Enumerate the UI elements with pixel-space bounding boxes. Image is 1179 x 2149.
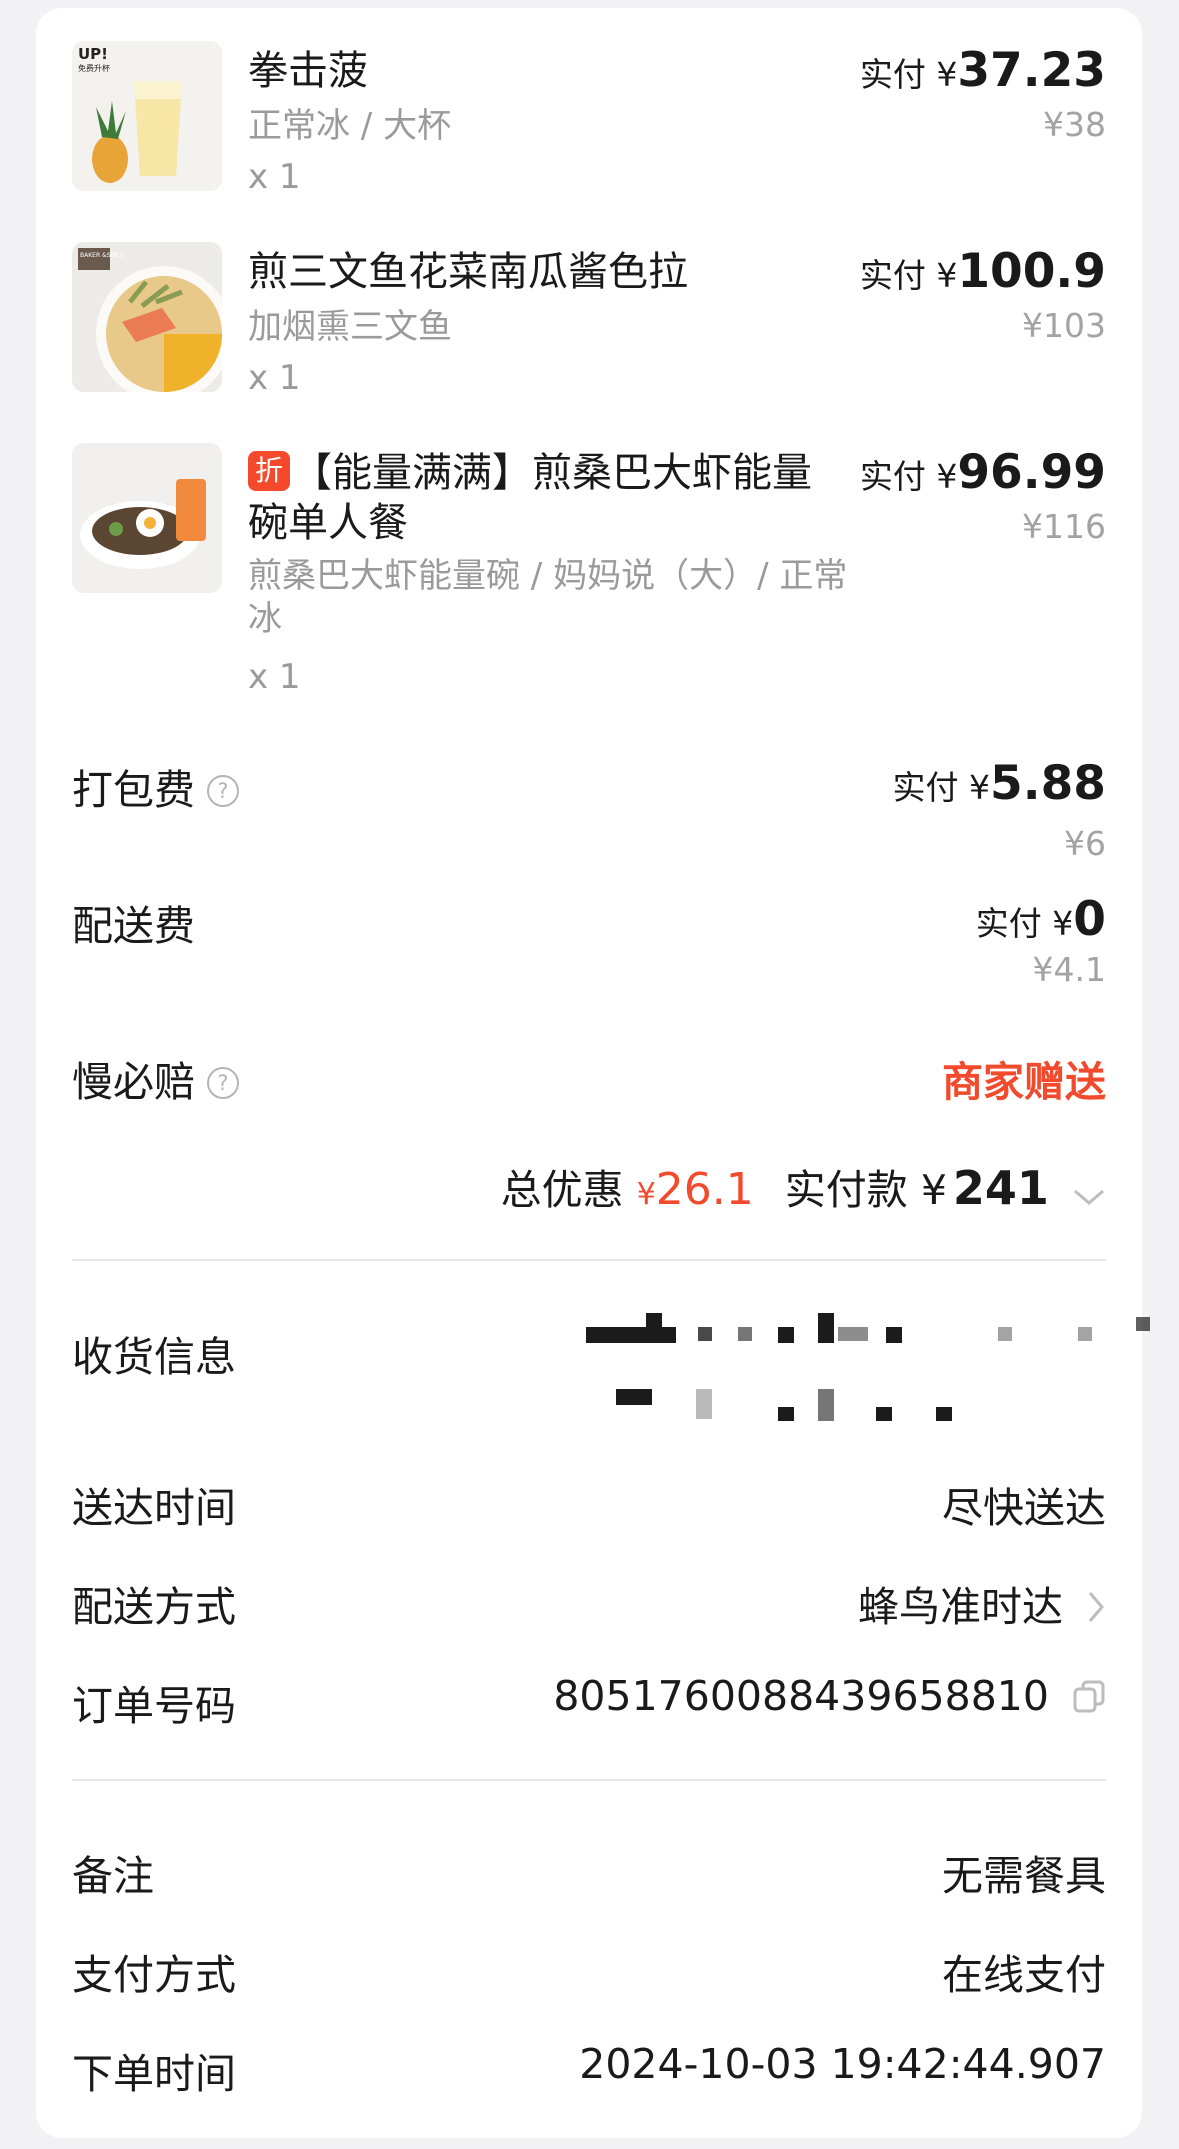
pay-value: 100.9 bbox=[957, 244, 1106, 299]
product-item[interactable]: UP! 免费升杯 拳击菠 正常冰 / 大杯 x 1 实付 ¥37.23 ¥38 bbox=[72, 41, 1106, 201]
address-redacted bbox=[586, 1313, 1150, 1433]
product-item[interactable]: 折【能量满满】煎桑巴大虾能量碗单人餐 煎桑巴大虾能量碗 / 妈妈说（大）/ 正常… bbox=[72, 443, 1106, 703]
product-spec: 加烟熏三文鱼 bbox=[248, 307, 452, 347]
delivery-fee-label: 配送费 bbox=[72, 902, 195, 950]
note-label: 备注 bbox=[72, 1852, 154, 1900]
packing-fee-original: ¥6 bbox=[1064, 824, 1106, 863]
order-time-value: 2024-10-03 19:42:44.907 bbox=[579, 2040, 1106, 2088]
product-thumbnail: UP! 免费升杯 bbox=[72, 41, 222, 191]
product-original-price: ¥116 bbox=[1022, 507, 1106, 546]
shrimp-bowl-image bbox=[72, 443, 222, 593]
payment-method-value: 在线支付 bbox=[942, 1951, 1106, 1999]
delivery-method-value[interactable]: 蜂鸟准时达 bbox=[858, 1573, 1106, 1634]
late-compensation-label: 慢必赔? bbox=[72, 1048, 239, 1108]
product-thumbnail bbox=[72, 443, 222, 593]
product-name: 折【能量满满】煎桑巴大虾能量碗单人餐 bbox=[248, 448, 828, 548]
delivery-fee-pay: 实付 ¥0 bbox=[975, 892, 1106, 947]
delivery-time-value: 尽快送达 bbox=[942, 1484, 1106, 1532]
order-number-label: 订单号码 bbox=[72, 1682, 236, 1730]
total-value: 241 bbox=[952, 1161, 1049, 1215]
product-name-text: 【能量满满】煎桑巴大虾能量碗单人餐 bbox=[248, 450, 813, 546]
address-label: 收货信息 bbox=[72, 1333, 236, 1381]
packing-fee-label: 打包费? bbox=[72, 756, 239, 816]
pay-prefix: 实付 ¥ bbox=[859, 55, 958, 94]
question-circle-icon[interactable]: ? bbox=[207, 1067, 239, 1099]
product-pay-price: 实付 ¥96.99 bbox=[860, 445, 1106, 500]
salmon-salad-image: BAKER &SPICE bbox=[72, 242, 222, 392]
product-qty: x 1 bbox=[248, 358, 301, 398]
pineapple-drink-image: UP! 免费升杯 bbox=[72, 41, 222, 191]
discount-value: 26.1 bbox=[655, 1164, 754, 1215]
delivery-time-label: 送达时间 bbox=[72, 1484, 236, 1532]
thumb-badge-sub: 免费升杯 bbox=[78, 63, 110, 73]
question-circle-icon[interactable]: ? bbox=[207, 775, 239, 807]
discount-currency: ¥ bbox=[636, 1177, 656, 1212]
divider bbox=[72, 1259, 1106, 1261]
product-pay-price: 实付 ¥100.9 bbox=[860, 244, 1106, 299]
product-original-price: ¥38 bbox=[1043, 105, 1106, 144]
product-qty: x 1 bbox=[248, 657, 301, 697]
discount-label: 总优惠 bbox=[500, 1166, 624, 1214]
copy-icon[interactable] bbox=[1072, 1675, 1106, 1723]
product-name: 拳击菠 bbox=[248, 48, 368, 94]
product-qty: x 1 bbox=[248, 157, 301, 197]
pay-prefix: 实付 ¥ bbox=[859, 457, 958, 496]
product-spec: 煎桑巴大虾能量碗 / 妈妈说（大）/ 正常冰 bbox=[248, 556, 848, 639]
divider bbox=[72, 1779, 1106, 1781]
payment-method-label: 支付方式 bbox=[72, 1951, 236, 1999]
thumb-badge: BAKER &SPICE bbox=[80, 252, 124, 259]
delivery-fee-original: ¥4.1 bbox=[1032, 950, 1106, 989]
pay-value: 96.99 bbox=[957, 445, 1106, 500]
order-number-value: 8051760088439658810 bbox=[553, 1672, 1106, 1723]
packing-fee-pay: 实付 ¥5.88 bbox=[892, 756, 1106, 811]
thumb-badge: UP! bbox=[78, 45, 108, 63]
product-pay-price: 实付 ¥37.23 bbox=[860, 43, 1106, 98]
late-compensation-value: 商家赠送 bbox=[942, 1058, 1106, 1106]
chevron-right-icon[interactable] bbox=[1086, 1586, 1106, 1634]
pay-prefix: 实付 ¥ bbox=[859, 256, 958, 295]
total-label: 实付款 ¥ bbox=[784, 1166, 947, 1214]
product-item[interactable]: BAKER &SPICE 煎三文鱼花菜南瓜酱色拉 加烟熏三文鱼 x 1 实付 ¥… bbox=[72, 242, 1106, 402]
delivery-method-label: 配送方式 bbox=[72, 1583, 236, 1631]
order-time-label: 下单时间 bbox=[72, 2050, 236, 2098]
order-detail-card: UP! 免费升杯 拳击菠 正常冰 / 大杯 x 1 实付 ¥37.23 ¥38 … bbox=[36, 8, 1150, 2138]
order-summary[interactable]: 总优惠 ¥26.1 实付款 ¥241 bbox=[501, 1156, 1106, 1217]
product-original-price: ¥103 bbox=[1022, 306, 1106, 345]
discount-tag: 折 bbox=[248, 451, 291, 491]
product-name: 煎三文鱼花菜南瓜酱色拉 bbox=[248, 249, 688, 295]
product-spec: 正常冰 / 大杯 bbox=[248, 106, 452, 146]
pay-value: 37.23 bbox=[957, 43, 1106, 98]
note-value: 无需餐具 bbox=[942, 1852, 1106, 1900]
product-thumbnail: BAKER &SPICE bbox=[72, 242, 222, 392]
chevron-down-icon[interactable] bbox=[1072, 1169, 1106, 1217]
